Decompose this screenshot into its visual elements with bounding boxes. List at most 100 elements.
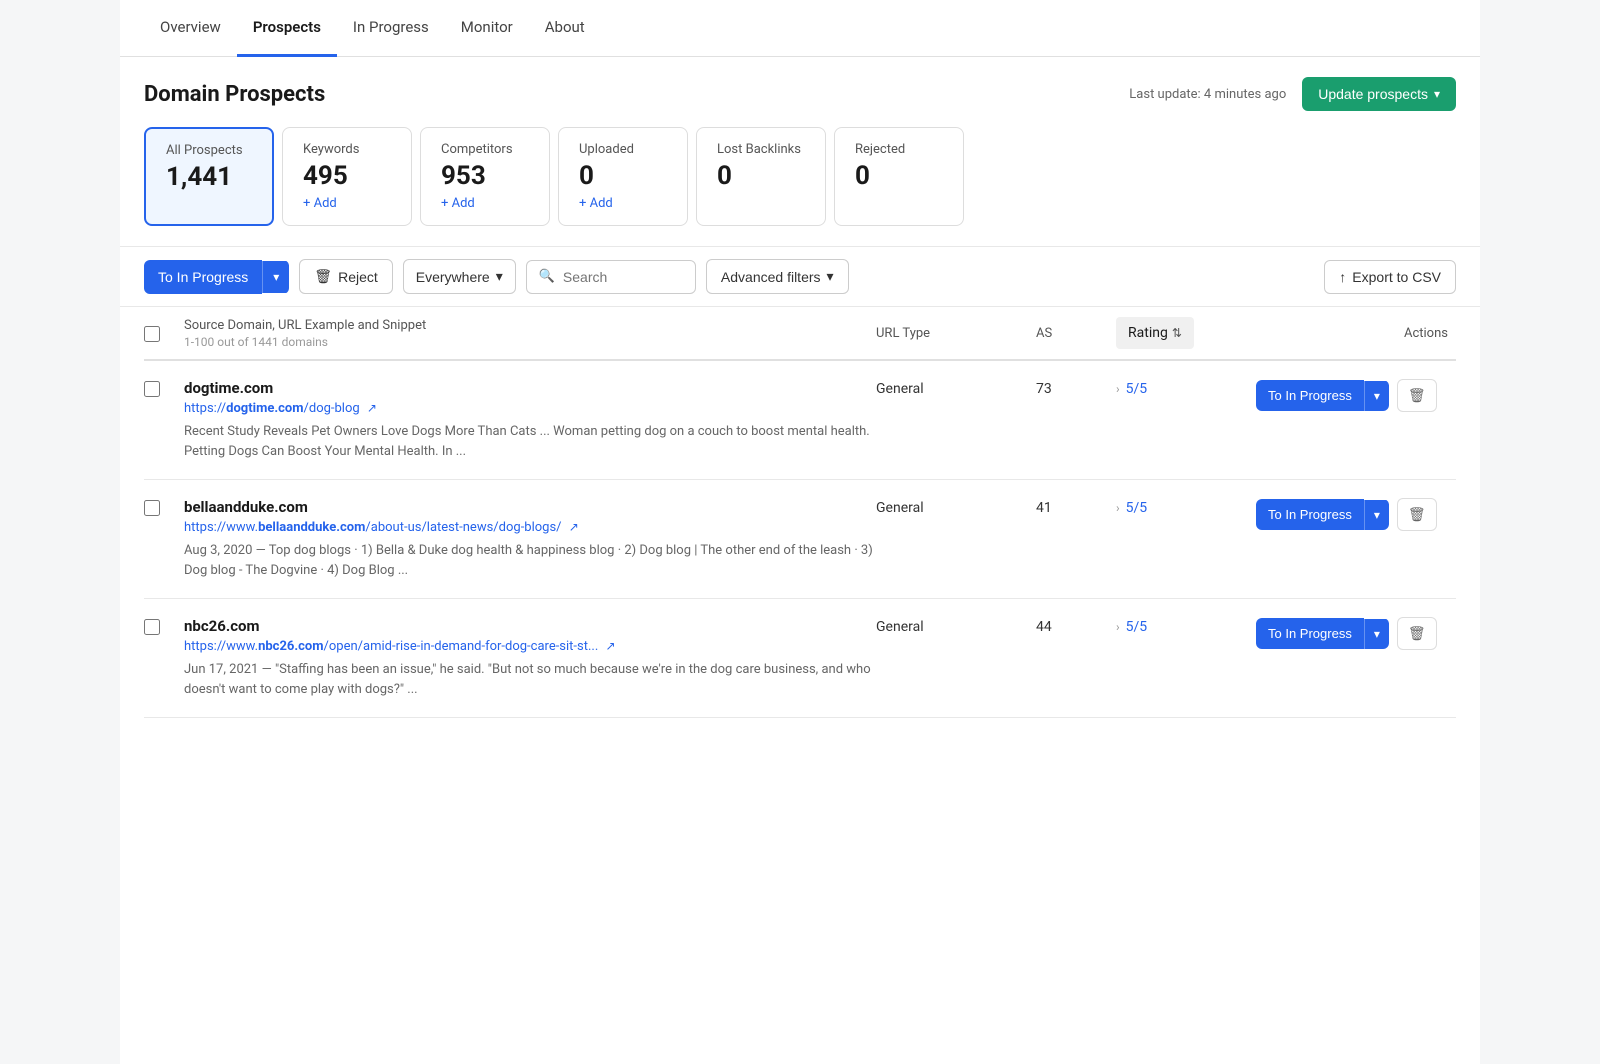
url-type-bellaandduke: General <box>876 498 1036 516</box>
col-header-actions: Actions <box>1256 326 1456 341</box>
stat-label-all: All Prospects <box>166 143 252 158</box>
stat-add-competitors[interactable]: + Add <box>441 196 529 211</box>
stat-card-keywords[interactable]: Keywords 495 + Add <box>282 127 412 226</box>
stat-card-uploaded[interactable]: Uploaded 0 + Add <box>558 127 688 226</box>
action-dropdown-bellaandduke[interactable]: ▾ <box>1364 500 1389 530</box>
page-header: Domain Prospects Last update: 4 minutes … <box>120 57 1480 127</box>
to-in-progress-dropdown-button[interactable]: ▾ <box>262 261 289 293</box>
col-rating-sort-icon[interactable]: ⇅ <box>1172 326 1182 340</box>
action-main-nbc26[interactable]: To In Progress <box>1256 618 1364 649</box>
stat-label-competitors: Competitors <box>441 142 529 157</box>
domain-name-bellaandduke: bellaandduke.com <box>184 498 876 516</box>
export-csv-button[interactable]: ↑ Export to CSV <box>1324 260 1456 294</box>
col-source-sublabel: 1-100 out of 1441 domains <box>184 335 876 349</box>
domain-snippet-bellaandduke: Aug 3, 2020 — Top dog blogs · 1) Bella &… <box>184 541 876 580</box>
action-main-bellaandduke[interactable]: To In Progress <box>1256 499 1364 530</box>
as-value-dogtime: 73 <box>1036 379 1116 397</box>
col-header-urltype: URL Type <box>876 326 1036 341</box>
update-prospects-chevron-icon: ▾ <box>1434 87 1440 101</box>
to-in-progress-chevron-icon: ▾ <box>273 270 279 284</box>
domain-name-nbc26: nbc26.com <box>184 617 876 635</box>
url-type-dogtime: General <box>876 379 1036 397</box>
action-main-dogtime[interactable]: To In Progress <box>1256 380 1364 411</box>
stat-add-uploaded[interactable]: + Add <box>579 196 667 211</box>
row-checkbox-dogtime[interactable] <box>144 381 160 397</box>
search-input[interactable] <box>563 269 683 285</box>
rating-value-dogtime: 5/5 <box>1126 381 1148 397</box>
as-value-bellaandduke: 41 <box>1036 498 1116 516</box>
row-checkbox-bellaandduke[interactable] <box>144 500 160 516</box>
update-prospects-button[interactable]: Update prospects ▾ <box>1302 77 1456 111</box>
stat-label-rejected: Rejected <box>855 142 943 157</box>
action-split-bellaandduke: To In Progress ▾ <box>1256 499 1389 530</box>
action-dropdown-nbc26[interactable]: ▾ <box>1364 619 1389 649</box>
stat-card-all-prospects[interactable]: All Prospects 1,441 <box>144 127 274 226</box>
rating-chevron-icon-dogtime[interactable]: › <box>1116 382 1120 396</box>
domain-url-nbc26: https://www.nbc26.com/open/amid-rise-in-… <box>184 639 876 654</box>
search-box: 🔍 <box>526 260 696 294</box>
rating-value-nbc26: 5/5 <box>1126 619 1148 635</box>
col-header-rating-label: Rating <box>1128 325 1168 341</box>
stat-value-lost: 0 <box>717 161 805 192</box>
update-prospects-label: Update prospects <box>1318 86 1428 102</box>
rating-chevron-icon-nbc26[interactable]: › <box>1116 620 1120 634</box>
reject-label: Reject <box>338 269 378 285</box>
table-row: nbc26.com https://www.nbc26.com/open/ami… <box>144 599 1456 718</box>
action-dropdown-dogtime[interactable]: ▾ <box>1364 381 1389 411</box>
everywhere-dropdown-button[interactable]: Everywhere ▾ <box>403 259 516 294</box>
advanced-filters-button[interactable]: Advanced filters ▾ <box>706 259 849 294</box>
delete-button-bellaandduke[interactable]: 🗑 <box>1397 498 1437 531</box>
external-link-icon-bellaandduke[interactable]: ↗ <box>569 520 579 534</box>
url-text-nbc26: https://www.nbc26.com/open/amid-rise-in-… <box>184 639 598 654</box>
stat-value-rejected: 0 <box>855 161 943 192</box>
stat-label-uploaded: Uploaded <box>579 142 667 157</box>
last-update-text: Last update: 4 minutes ago <box>1129 87 1286 102</box>
stats-row: All Prospects 1,441 Keywords 495 + Add C… <box>120 127 1480 246</box>
domain-info-bellaandduke: bellaandduke.com https://www.bellaandduk… <box>184 498 876 580</box>
col-header-source: Source Domain, URL Example and Snippet 1… <box>184 318 876 349</box>
nav-item-monitor[interactable]: Monitor <box>445 0 529 57</box>
nav-item-about[interactable]: About <box>529 0 601 57</box>
row-checkbox-nbc26[interactable] <box>144 619 160 635</box>
action-split-nbc26: To In Progress ▾ <box>1256 618 1389 649</box>
domain-name-dogtime: dogtime.com <box>184 379 876 397</box>
export-label: Export to CSV <box>1352 269 1441 285</box>
stat-label-lost: Lost Backlinks <box>717 142 805 157</box>
delete-button-dogtime[interactable]: 🗑 <box>1397 379 1437 412</box>
external-link-icon-dogtime[interactable]: ↗ <box>367 401 377 415</box>
advanced-filters-chevron-icon: ▾ <box>827 268 834 285</box>
select-all-checkbox[interactable] <box>144 326 160 342</box>
rating-chevron-icon-bellaandduke[interactable]: › <box>1116 501 1120 515</box>
page-title: Domain Prospects <box>144 82 325 107</box>
header-right: Last update: 4 minutes ago Update prospe… <box>1129 77 1456 111</box>
stat-card-rejected[interactable]: Rejected 0 <box>834 127 964 226</box>
reject-button[interactable]: 🗑 Reject <box>299 259 392 294</box>
nav-item-prospects[interactable]: Prospects <box>237 0 337 57</box>
domain-snippet-nbc26: Jun 17, 2021 — "Staffing has been an iss… <box>184 660 876 699</box>
everywhere-label: Everywhere <box>416 269 490 285</box>
table-header-row: Source Domain, URL Example and Snippet 1… <box>144 307 1456 361</box>
rating-bellaandduke: › 5/5 <box>1116 498 1256 516</box>
search-icon: 🔍 <box>539 269 555 284</box>
url-bold-nbc26: nbc26.com <box>258 639 323 654</box>
to-in-progress-button[interactable]: To In Progress <box>144 260 262 294</box>
col-header-rating-wrapper: Rating ⇅ <box>1116 317 1256 349</box>
url-text-dogtime: https://dogtime.com/dog-blog <box>184 401 360 416</box>
rating-nbc26: › 5/5 <box>1116 617 1256 635</box>
action-split-dogtime: To In Progress ▾ <box>1256 380 1389 411</box>
stat-card-lost-backlinks[interactable]: Lost Backlinks 0 <box>696 127 826 226</box>
stat-value-all: 1,441 <box>166 162 252 193</box>
external-link-icon-nbc26[interactable]: ↗ <box>606 639 616 653</box>
everywhere-chevron-icon: ▾ <box>496 268 503 285</box>
stat-card-competitors[interactable]: Competitors 953 + Add <box>420 127 550 226</box>
url-bold-bellaandduke: bellaandduke.com <box>258 520 365 535</box>
reject-trash-icon: 🗑 <box>314 268 332 285</box>
to-in-progress-split-button: To In Progress ▾ <box>144 260 289 294</box>
stat-add-keywords[interactable]: + Add <box>303 196 391 211</box>
nav-item-inprogress[interactable]: In Progress <box>337 0 445 57</box>
delete-button-nbc26[interactable]: 🗑 <box>1397 617 1437 650</box>
rating-dogtime: › 5/5 <box>1116 379 1256 397</box>
nav-item-overview[interactable]: Overview <box>144 0 237 57</box>
top-navigation: Overview Prospects In Progress Monitor A… <box>120 0 1480 57</box>
actions-nbc26: To In Progress ▾ 🗑 <box>1256 617 1456 650</box>
